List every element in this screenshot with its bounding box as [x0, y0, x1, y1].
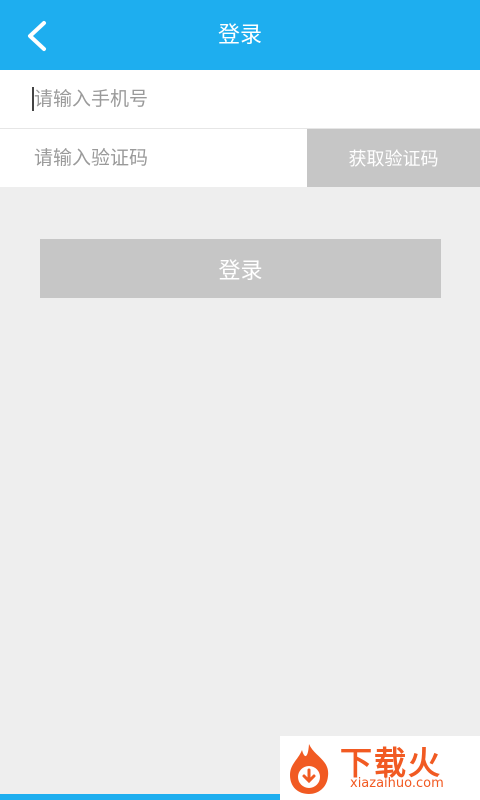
verification-code-input[interactable]: 请输入验证码 — [34, 129, 148, 187]
phone-input[interactable]: 请输入手机号 — [34, 70, 148, 128]
watermark-domain: xiazaihuo.com — [350, 776, 444, 791]
watermark: 下载火 xiazaihuo.com — [280, 736, 480, 800]
flame-logo-icon — [290, 744, 329, 794]
login-button[interactable]: 登录 — [40, 239, 441, 298]
top-bar: 登录 — [0, 0, 480, 72]
phone-row: 请输入手机号 — [0, 70, 480, 129]
get-code-button[interactable]: 获取验证码 — [307, 129, 480, 187]
code-row: 请输入验证码 获取验证码 — [0, 129, 480, 187]
page-title: 登录 — [217, 23, 262, 48]
